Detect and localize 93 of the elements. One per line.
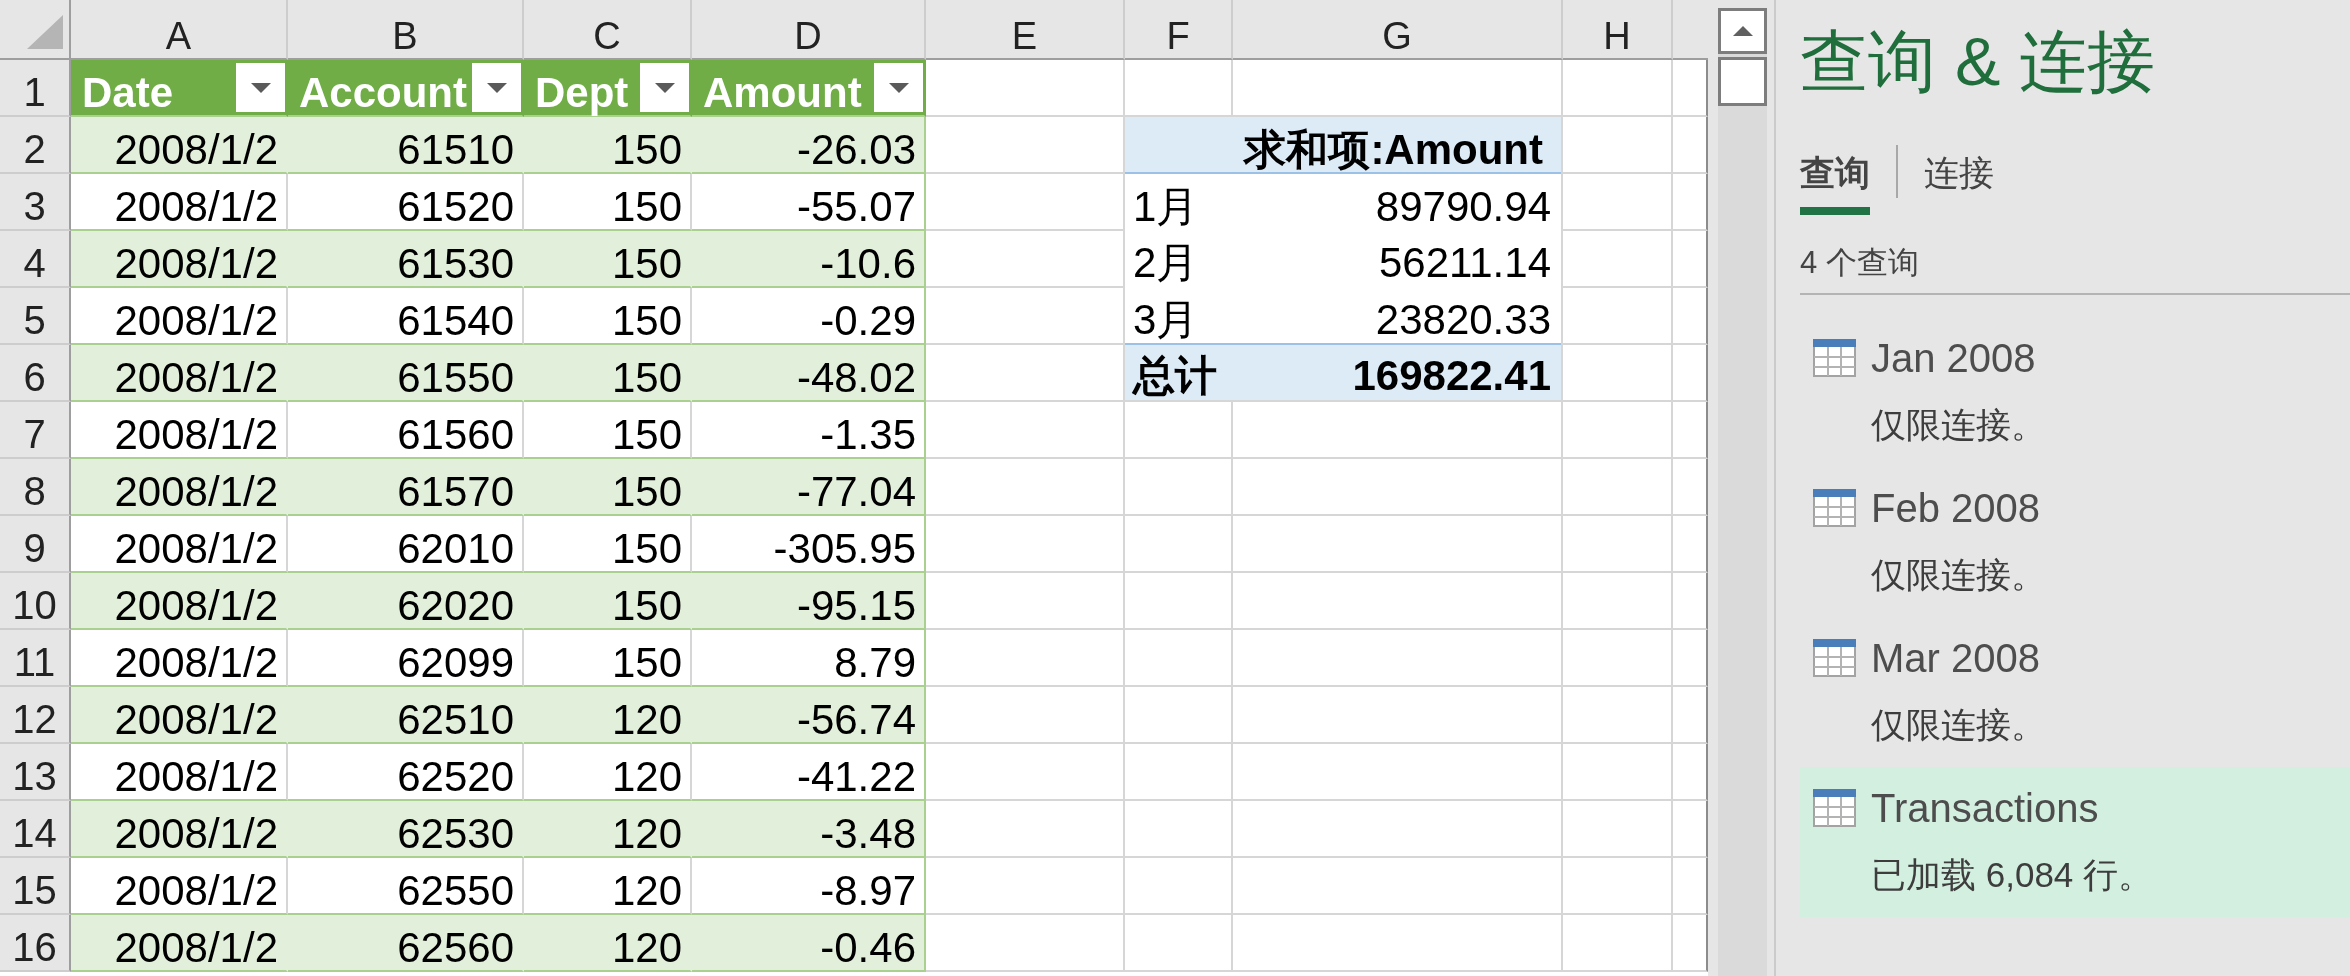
tab[interactable]: 查询 [1800, 151, 1870, 215]
table-cell: 150 [524, 231, 692, 288]
row-header[interactable]: 14 [0, 801, 71, 858]
table-cell: -3.48 [692, 801, 926, 858]
table-icon [1813, 639, 1856, 677]
table-cell: -0.46 [692, 915, 926, 972]
table-cell: 61510 [288, 117, 524, 174]
table-cell: -56.74 [692, 687, 926, 744]
table-cell: 62530 [288, 801, 524, 858]
query-item[interactable]: Feb 2008 仅限连接。 [1800, 467, 2350, 617]
table-cell: 2008/1/2 [71, 801, 288, 858]
column-header[interactable]: B [288, 0, 524, 60]
query-item[interactable]: Mar 2008 仅限连接。 [1800, 617, 2350, 767]
caret-icon [250, 82, 271, 93]
column-header[interactable]: D [692, 0, 926, 60]
table-cell: 2008/1/2 [71, 459, 288, 516]
table-cell: 2008/1/2 [71, 345, 288, 402]
table-cell: -77.04 [692, 459, 926, 516]
table-cell: 62510 [288, 687, 524, 744]
table-cell: 2008/1/2 [71, 231, 288, 288]
table-cell: -95.15 [692, 573, 926, 630]
tab[interactable]: 连接 [1924, 151, 1994, 215]
table-cell: -26.03 [692, 117, 926, 174]
table-cell: 61570 [288, 459, 524, 516]
up-arrow-icon [1732, 26, 1753, 36]
table-cell: -10.6 [692, 231, 926, 288]
row-header[interactable]: 16 [0, 915, 71, 972]
table-cell: 2008/1/2 [71, 915, 288, 972]
caret-icon [888, 82, 909, 93]
triangle-icon [27, 15, 63, 49]
table-icon [1813, 489, 1856, 527]
pivot-row-label: 3月 [1133, 298, 1199, 341]
column-header[interactable]: F [1125, 0, 1233, 60]
table-cell: 2008/1/2 [71, 687, 288, 744]
row-header[interactable]: 4 [0, 231, 71, 288]
column-header[interactable]: G [1233, 0, 1563, 60]
column-header[interactable]: C [524, 0, 692, 60]
row-header[interactable]: 15 [0, 858, 71, 915]
caret-icon [654, 82, 675, 93]
filter-button[interactable] [640, 63, 689, 112]
pivot-value-header: 求和项:Amount [1125, 117, 1561, 174]
column-header[interactable]: H [1563, 0, 1673, 60]
row-header[interactable]: 6 [0, 345, 71, 402]
filter-button[interactable] [236, 63, 285, 112]
table-icon [1813, 789, 1856, 827]
table-cell: 150 [524, 345, 692, 402]
table-cell: 150 [524, 573, 692, 630]
table-cell: 150 [524, 459, 692, 516]
query-count: 4 个查询 [1800, 244, 1920, 282]
row-header[interactable]: 11 [0, 630, 71, 687]
column-title: Amount [703, 72, 862, 114]
column-title: Account [299, 72, 467, 114]
query-item[interactable]: Transactions 已加载 6,084 行。 [1800, 767, 2350, 917]
scroll-up-button[interactable] [1718, 8, 1767, 54]
table-cell: -48.02 [692, 345, 926, 402]
table-cell: 120 [524, 801, 692, 858]
caret-icon [486, 82, 507, 93]
row-header[interactable]: 2 [0, 117, 71, 174]
grand-total-label: 总计 [1133, 355, 1217, 398]
pivot-value: 89790.94 [1375, 185, 1551, 228]
scrollbar-thumb[interactable] [1718, 57, 1767, 106]
filter-button[interactable] [874, 63, 923, 112]
pivot-row-label: 1月 [1133, 185, 1199, 228]
table-cell: 2008/1/2 [71, 573, 288, 630]
row-header[interactable]: 1 [0, 60, 71, 117]
filter-button[interactable] [472, 63, 521, 112]
table-cell: 61530 [288, 231, 524, 288]
column-header[interactable]: E [926, 0, 1125, 60]
row-header[interactable]: 5 [0, 288, 71, 345]
row-header[interactable]: 3 [0, 174, 71, 231]
panel-title: 查询 & 连接 [1800, 22, 2157, 101]
row-header[interactable]: 7 [0, 402, 71, 459]
table-cell: 2008/1/2 [71, 117, 288, 174]
table-cell: 120 [524, 687, 692, 744]
column-header[interactable]: A [71, 0, 288, 60]
table-cell: 120 [524, 915, 692, 972]
table-icon [1813, 339, 1856, 377]
table-cell: 61550 [288, 345, 524, 402]
table-cell: 150 [524, 117, 692, 174]
grand-total-value: 169822.41 [1352, 355, 1551, 398]
pivot-row-label: 2月 [1133, 242, 1199, 285]
pivot-value: 23820.33 [1375, 298, 1551, 341]
row-header[interactable]: 12 [0, 687, 71, 744]
table-cell: 62020 [288, 573, 524, 630]
row-header[interactable]: 10 [0, 573, 71, 630]
pivot-value: 56211.14 [1378, 242, 1551, 285]
row-header[interactable]: 8 [0, 459, 71, 516]
query-item[interactable]: Jan 2008 仅限连接。 [1800, 317, 2350, 467]
column-title: Date [82, 72, 174, 114]
column-title: Dept [535, 72, 629, 114]
row-header[interactable]: 9 [0, 516, 71, 573]
row-header[interactable]: 13 [0, 744, 71, 801]
table-cell: 62560 [288, 915, 524, 972]
